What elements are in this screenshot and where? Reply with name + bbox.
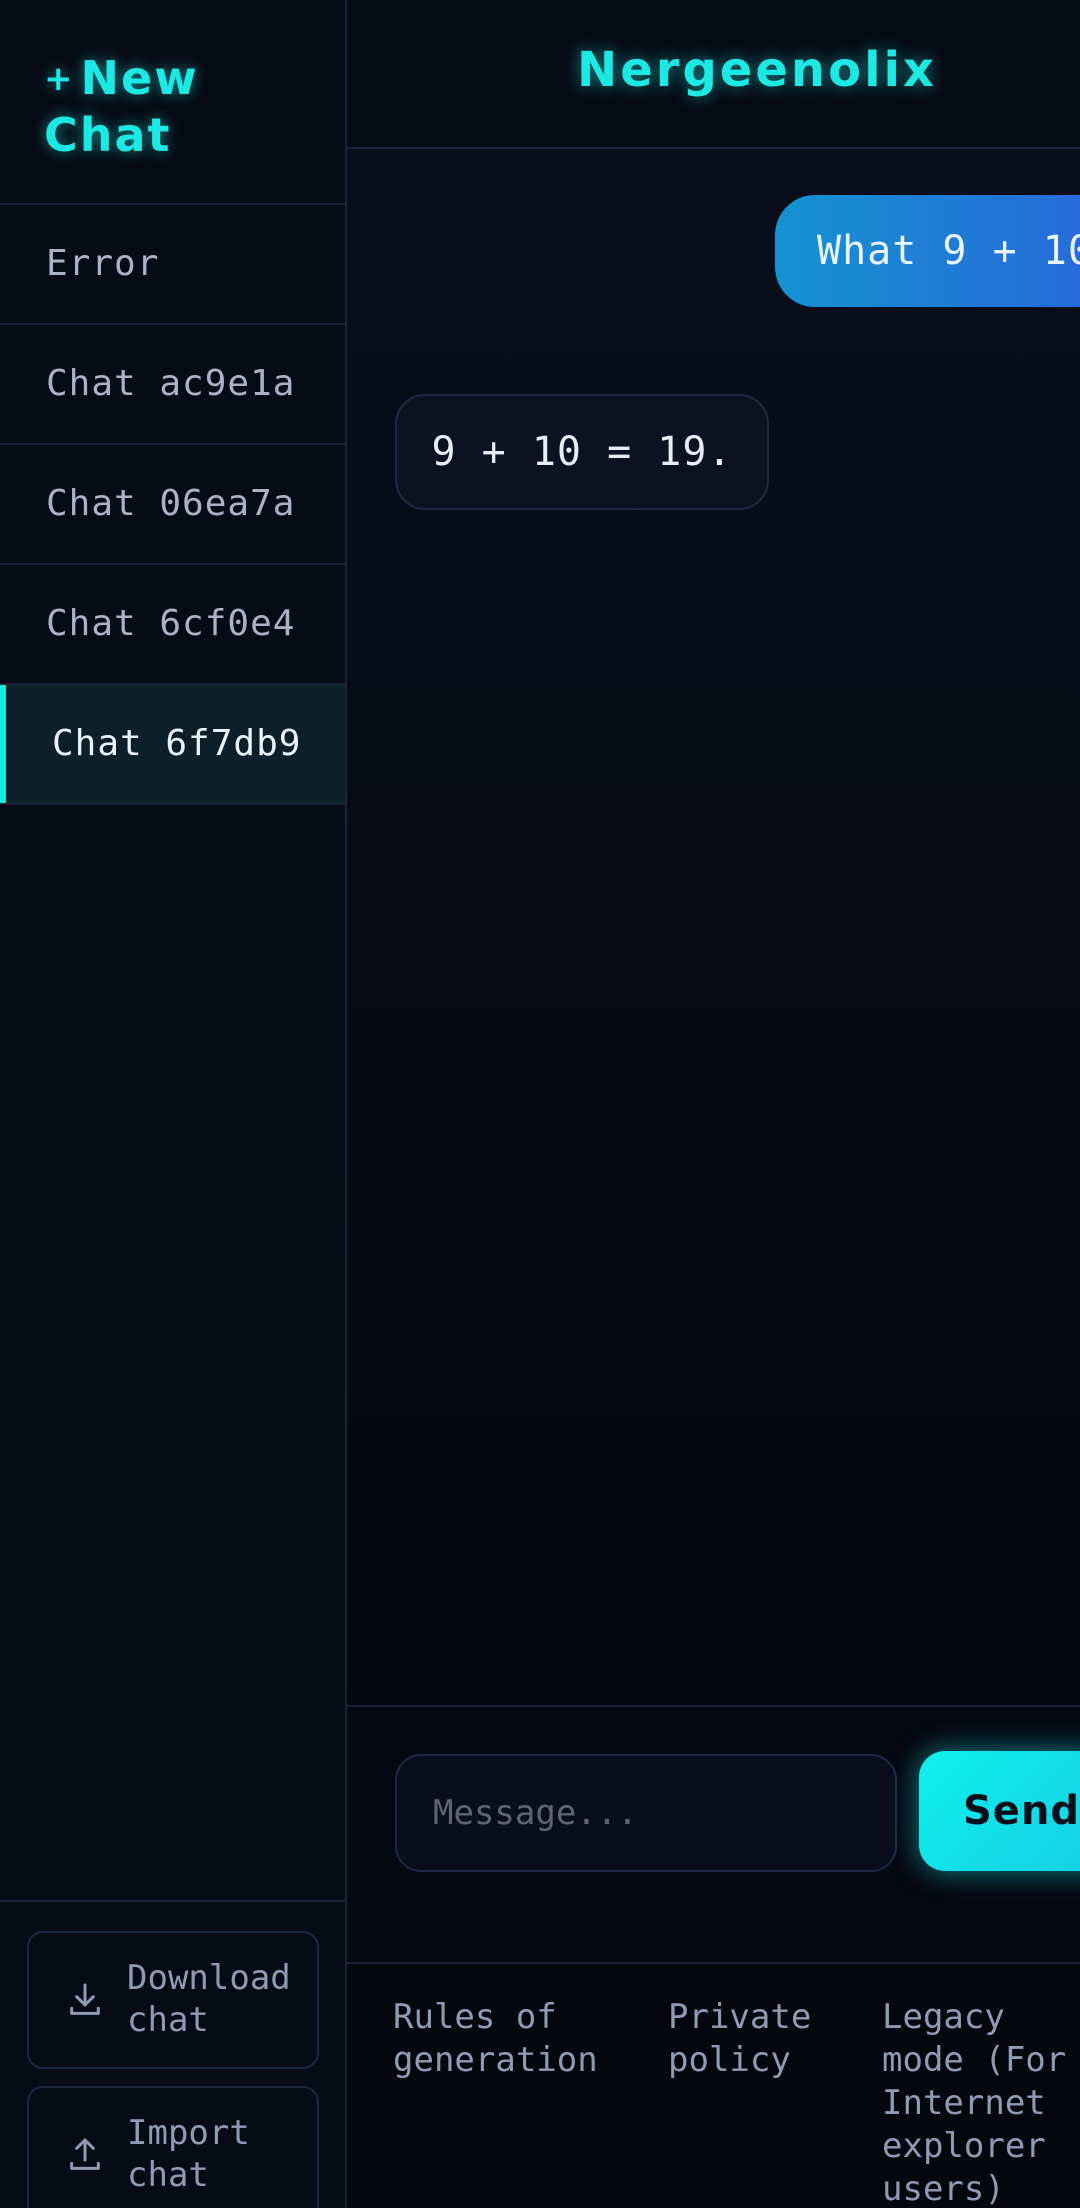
chat-item-label: Chat 06ea7a [46, 483, 296, 524]
chat-panel: Nergeenolix What 9 + 10 9 + 10 = 19. Sen… [347, 0, 1080, 2208]
plus-icon: + [44, 59, 75, 99]
chat-item-label: Error [46, 243, 160, 284]
legacy-mode-link[interactable]: Legacy mode (For Internet explorer users… [882, 1996, 1078, 2208]
rules-of-generation-link[interactable]: Rules of generation [393, 1996, 623, 2082]
message-input[interactable] [395, 1754, 897, 1872]
sidebar: + New Chat Error Chat ac9e1a Chat 06ea7a … [0, 0, 347, 2208]
chat-item-label: Chat 6cf0e4 [46, 603, 296, 644]
chat-item-6f7db9-active[interactable]: Chat 6f7db9 [0, 685, 345, 805]
user-message-bubble: What 9 + 10 [775, 195, 1080, 307]
chat-item-label: Chat 6f7db9 [52, 723, 302, 764]
assistant-message-bubble: 9 + 10 = 19. [395, 394, 769, 510]
sidebar-divider [0, 1900, 347, 1902]
upload-icon [70, 2138, 100, 2170]
new-chat-button[interactable]: + New Chat [44, 50, 314, 163]
download-chat-label: Download chat [127, 1958, 291, 2040]
message-composer: Send [347, 1705, 1080, 1964]
download-icon [70, 1983, 100, 2015]
send-button[interactable]: Send [919, 1751, 1080, 1871]
chat-item-label: Chat ac9e1a [46, 363, 296, 404]
download-chat-button[interactable]: Download chat [27, 1931, 319, 2069]
chat-header: Nergeenolix [347, 0, 1080, 149]
chat-item-ac9e1a[interactable]: Chat ac9e1a [0, 325, 345, 445]
chat-item-error[interactable]: Error [0, 205, 345, 325]
import-chat-label: Import chat [127, 2113, 250, 2195]
app-window: + New Chat Error Chat ac9e1a Chat 06ea7a … [0, 0, 1080, 2208]
chat-item-6cf0e4[interactable]: Chat 6cf0e4 [0, 565, 345, 685]
app-title: Nergeenolix [577, 42, 937, 98]
private-policy-link[interactable]: Private policy [668, 1996, 838, 2082]
footer: Rules of generation Private policy Legac… [347, 1962, 1080, 2208]
chat-list: Error Chat ac9e1a Chat 06ea7a Chat 6cf0e… [0, 205, 345, 805]
chat-item-06ea7a[interactable]: Chat 06ea7a [0, 445, 345, 565]
import-chat-button[interactable]: Import chat [27, 2086, 319, 2208]
